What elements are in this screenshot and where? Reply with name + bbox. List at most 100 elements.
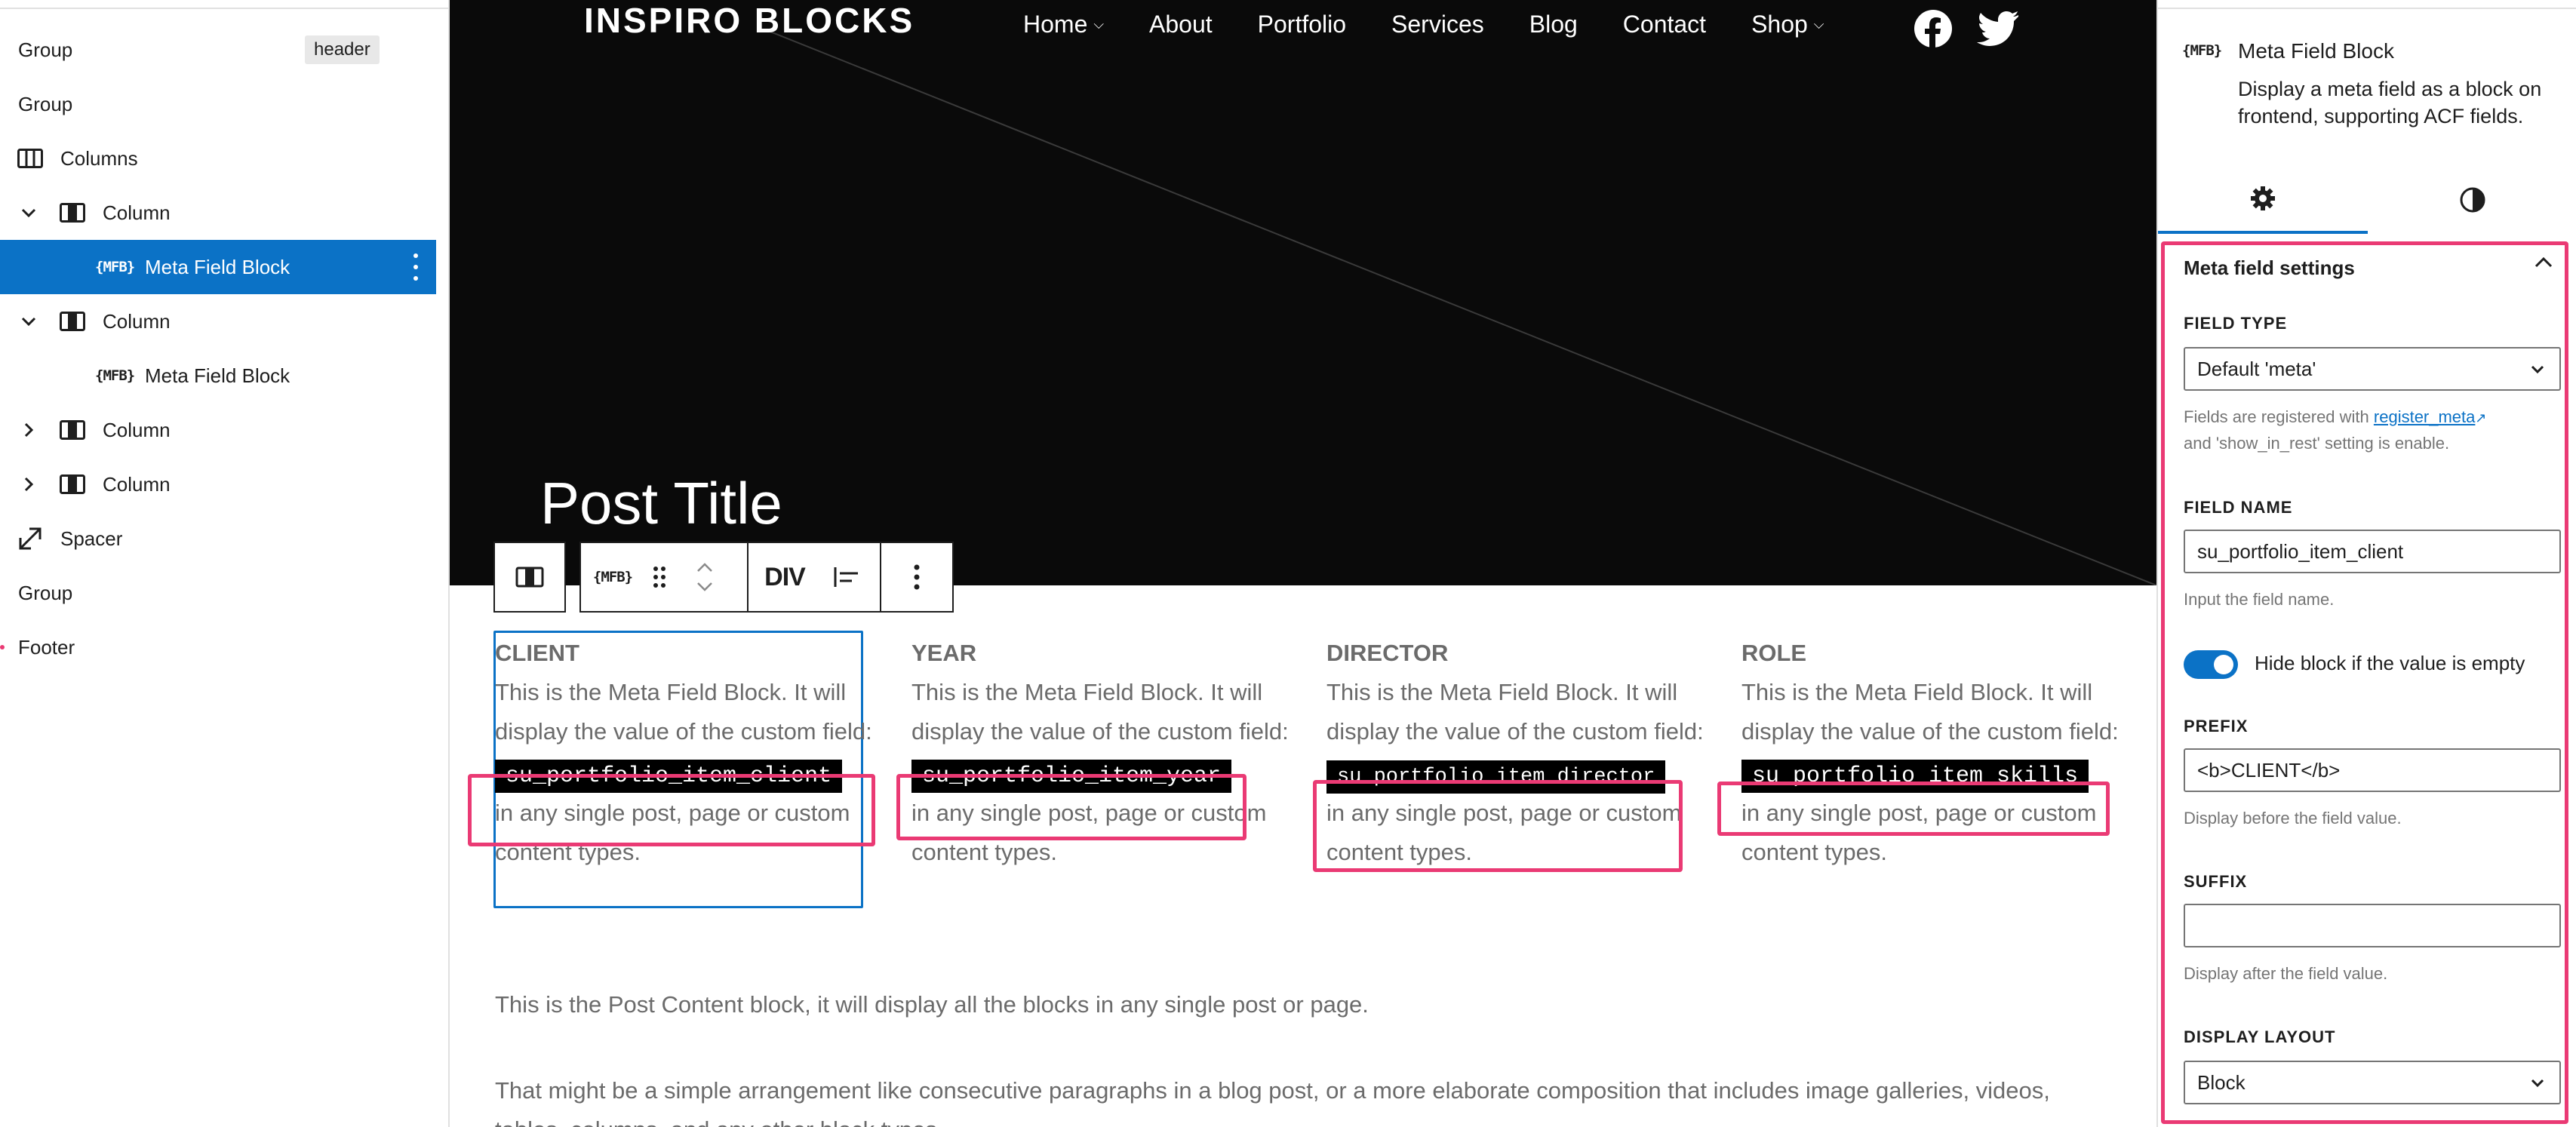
mfb-block-icon[interactable]: {MFB} [581, 543, 644, 611]
list-item-column[interactable]: Column [0, 457, 436, 511]
suffix-input[interactable] [2184, 904, 2561, 947]
nav-item-contact[interactable]: Contact [1623, 11, 1706, 38]
display-layout-label: DISPLAY LAYOUT [2184, 1027, 2336, 1046]
nav-label: Home [1023, 11, 1088, 38]
list-item-spacer[interactable]: Spacer [0, 511, 436, 566]
column-icon [59, 419, 86, 441]
meta-field-block-role[interactable]: ROLE This is the Meta Field Block. It wi… [1741, 634, 2119, 872]
template-part-badge: header [305, 35, 380, 64]
contrast-icon [2460, 187, 2485, 213]
field-type-value: Default 'meta' [2197, 357, 2316, 380]
chevron-down-icon[interactable] [696, 582, 714, 592]
list-item-meta-field-block[interactable]: {MFB} Meta Field Block [0, 349, 436, 403]
site-navigation: Home ⌵ About Portfolio Services Blog Cont… [1023, 11, 1869, 38]
facebook-icon[interactable] [1914, 9, 1953, 48]
mfb-block-icon: {MFB} [2182, 42, 2222, 59]
list-item-group[interactable]: Group [0, 566, 436, 620]
post-content-paragraph[interactable]: tables, columns, and any other block typ… [495, 1116, 944, 1127]
columns-icon [17, 148, 44, 169]
toolbar-block-group: {MFB} [579, 542, 747, 613]
block-options-icon[interactable] [881, 543, 952, 611]
toggle-knob [2214, 655, 2233, 674]
nav-item-portfolio[interactable]: Portfolio [1258, 11, 1346, 38]
mfb-block-icon: {MFB} [95, 367, 135, 384]
justify-left-icon[interactable] [821, 543, 872, 611]
chevron-right-icon[interactable] [20, 421, 38, 439]
nav-item-home[interactable]: Home ⌵ [1023, 11, 1104, 38]
column-heading: ROLE [1741, 640, 1807, 666]
list-item-meta-field-block-selected[interactable]: {MFB} Meta Field Block [0, 240, 436, 294]
tag-name-button[interactable]: DIV [749, 543, 821, 611]
tab-styles[interactable] [2368, 166, 2576, 234]
select-parent-column-button[interactable] [495, 543, 564, 611]
field-name-value: su_portfolio_item_client [2197, 539, 2404, 563]
chevron-down-icon [2531, 365, 2544, 374]
list-item-label: Spacer [60, 527, 123, 550]
toolbar-tag-group: DIV [747, 542, 880, 613]
field-type-select[interactable]: Default 'meta' [2184, 347, 2561, 391]
nav-item-blog[interactable]: Blog [1529, 11, 1578, 38]
block-settings-sidebar: {MFB} Meta Field Block Display a meta fi… [2156, 0, 2576, 1127]
register-meta-link[interactable]: register_meta [2374, 407, 2476, 426]
annotation-highlight-role [1717, 782, 2110, 836]
chevron-down-icon [2531, 1079, 2544, 1088]
list-item-columns[interactable]: Columns [0, 131, 436, 186]
display-layout-value: Block [2197, 1070, 2246, 1094]
external-link-icon: ↗ [2475, 410, 2487, 425]
sidebar-top-edge [2158, 0, 2576, 9]
nav-item-about[interactable]: About [1149, 11, 1213, 38]
list-item-group[interactable]: Group [0, 77, 436, 131]
move-up-down-buttons[interactable] [675, 543, 735, 611]
help-text: Fields are registered with [2184, 407, 2374, 426]
nav-item-services[interactable]: Services [1391, 11, 1484, 38]
list-item-label: Group [18, 38, 73, 61]
chevron-right-icon[interactable] [20, 475, 38, 493]
list-item-label: Column [103, 309, 171, 333]
editor-canvas: INSPIRO BLOCKS Home ⌵ About Portfolio Ser… [450, 0, 2156, 1127]
display-layout-select[interactable]: Block [2184, 1061, 2561, 1104]
tab-settings[interactable] [2158, 166, 2368, 234]
hide-empty-toggle[interactable] [2184, 650, 2238, 679]
field-name-help: Input the field name. [2184, 590, 2335, 609]
chevron-up-icon[interactable] [696, 562, 714, 573]
annotation-highlight-client [468, 774, 875, 846]
column-heading: YEAR [911, 640, 977, 666]
cover-hero[interactable]: INSPIRO BLOCKS Home ⌵ About Portfolio Ser… [450, 0, 2156, 585]
more-options-icon[interactable] [412, 253, 420, 281]
list-item-column[interactable]: Column [0, 403, 436, 457]
list-item-label: Meta Field Block [145, 364, 290, 387]
nav-label: Shop [1751, 11, 1808, 38]
list-item-footer[interactable]: Footer [0, 620, 436, 674]
block-card-description: Display a meta field as a block on front… [2238, 78, 2542, 127]
column-icon [59, 474, 86, 495]
post-title[interactable]: Post Title [540, 469, 782, 538]
suffix-help: Display after the field value. [2184, 964, 2388, 983]
post-content-paragraph[interactable]: That might be a simple arrangement like … [495, 1077, 2050, 1104]
chevron-up-icon[interactable] [2534, 255, 2553, 269]
prefix-help: Display before the field value. [2184, 809, 2402, 828]
column-text-before: This is the Meta Field Block. It will di… [495, 679, 872, 745]
help-text: and 'show_in_rest' setting is enable. [2184, 434, 2450, 453]
field-name-input[interactable]: su_portfolio_item_client [2184, 530, 2561, 573]
column-text-before: This is the Meta Field Block. It will di… [911, 679, 1289, 745]
chevron-down-icon[interactable] [20, 312, 38, 330]
list-item-group-header[interactable]: Group header [0, 23, 436, 77]
list-item-column[interactable]: Column [0, 294, 436, 349]
block-toolbar: {MFB} DIV [493, 542, 954, 613]
post-content-paragraph[interactable]: This is the Post Content block, it will … [495, 991, 1369, 1018]
annotation-highlight-director [1313, 780, 1683, 872]
prefix-input[interactable]: <b>CLIENT</b> [2184, 748, 2561, 792]
nav-item-shop[interactable]: Shop ⌵ [1751, 11, 1824, 38]
list-view-panel: Group header Group Columns Column {MFB} … [0, 0, 450, 1127]
list-item-label: Column [103, 201, 171, 224]
panel-title-meta-field-settings[interactable]: Meta field settings [2184, 256, 2355, 280]
site-title[interactable]: INSPIRO BLOCKS [584, 0, 915, 41]
drag-handle-icon[interactable] [644, 543, 675, 611]
chevron-down-icon: ⌵ [1093, 17, 1105, 32]
chevron-down-icon[interactable] [20, 204, 38, 222]
footer-marker-dot [0, 645, 5, 649]
twitter-icon[interactable] [1977, 9, 2019, 48]
list-item-column[interactable]: Column [0, 186, 436, 240]
column-text-before: This is the Meta Field Block. It will di… [1741, 679, 2119, 745]
hide-empty-toggle-label[interactable]: Hide block if the value is empty [2255, 652, 2525, 675]
